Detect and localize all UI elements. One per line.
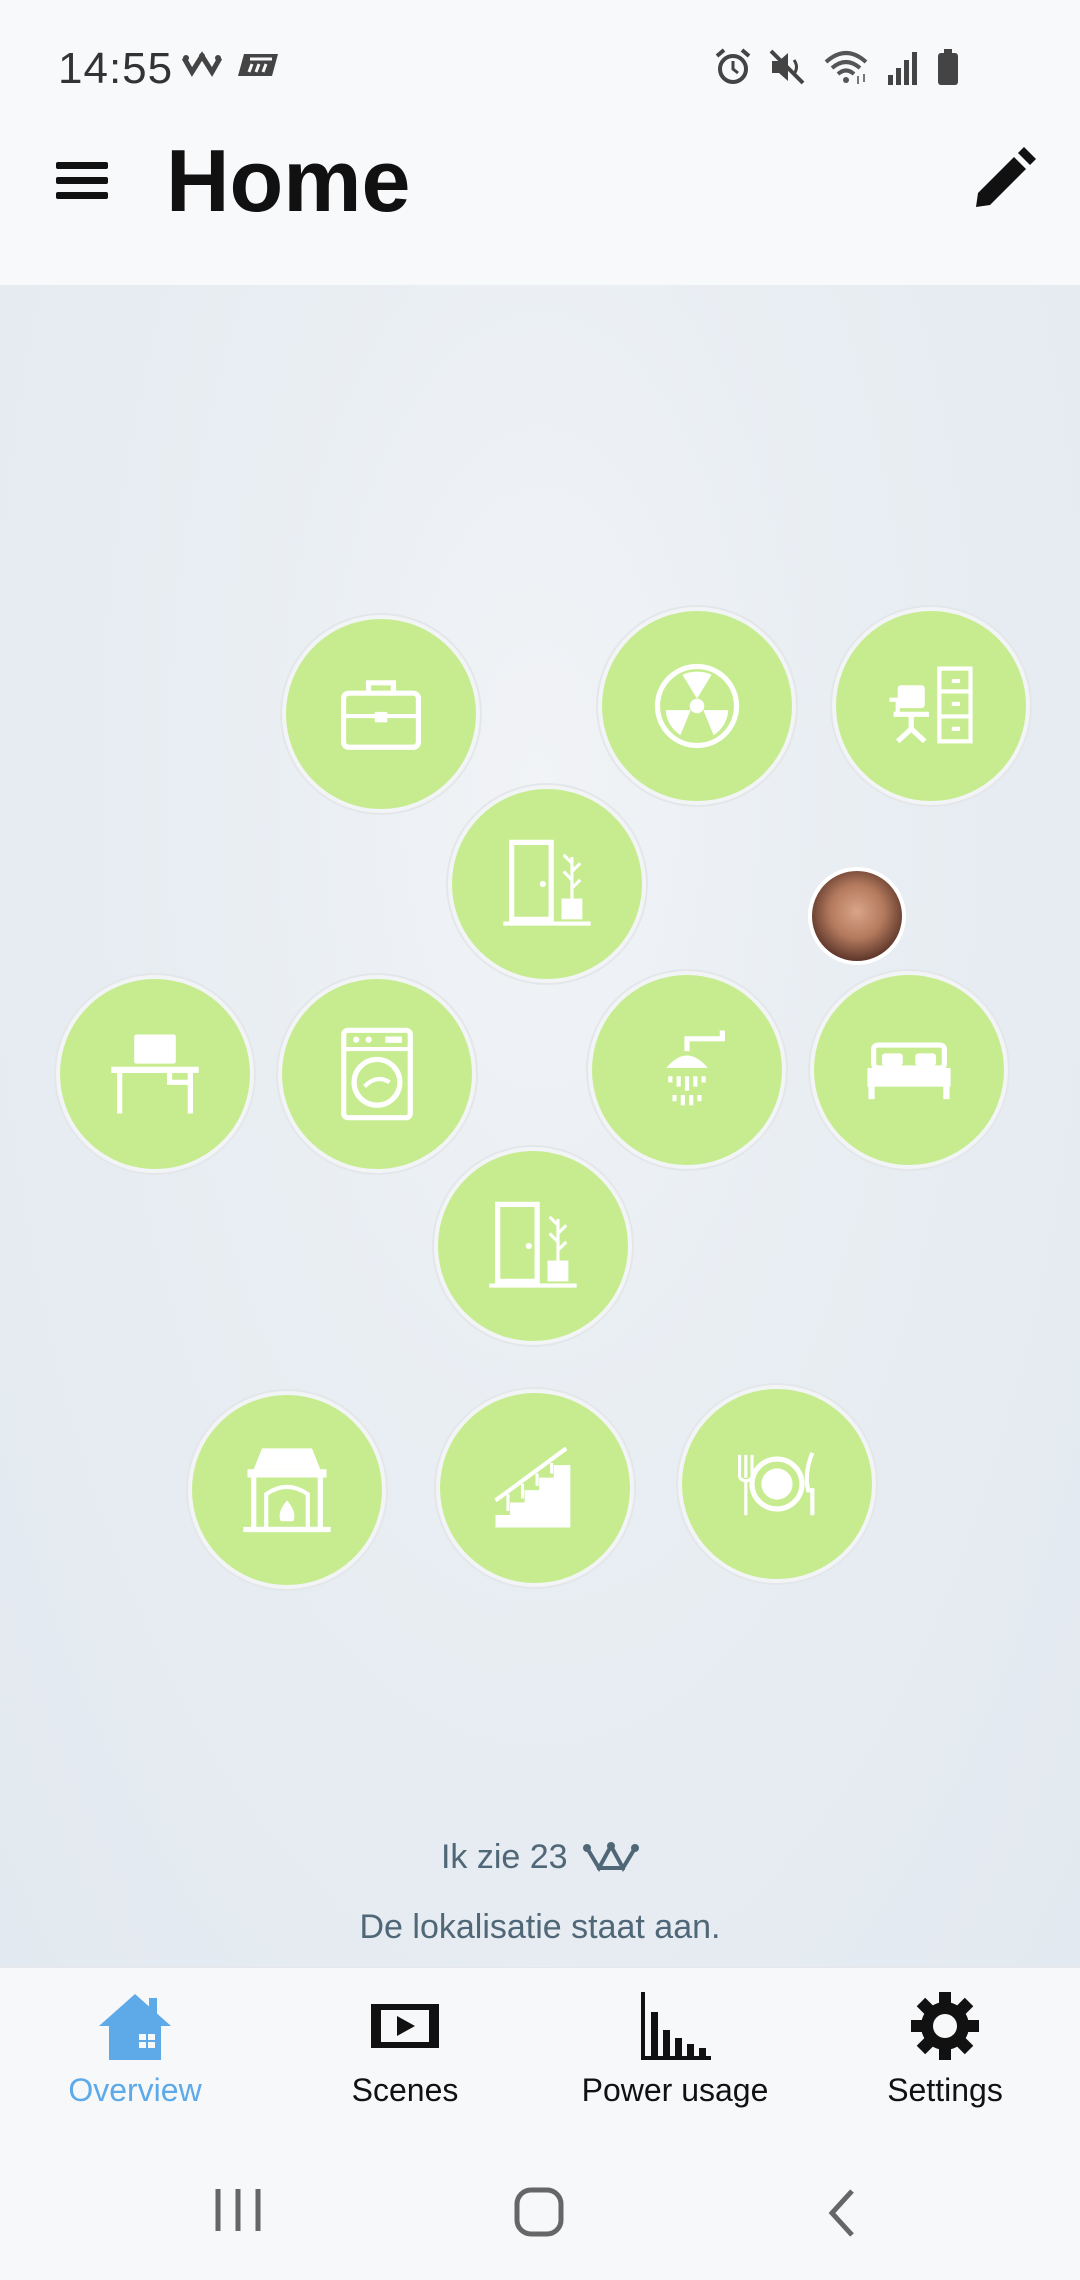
info-count-text: Ik zie 23 [440,1838,568,1876]
status-left-icons [182,50,280,80]
app-header [0,140,1080,285]
home-system-button[interactable] [512,2185,568,2246]
battery-icon [938,49,958,85]
back-icon [828,2189,854,2237]
nav-overview[interactable]: Overview [0,1968,270,2138]
status-time: 14:55 [58,44,174,93]
room-desk[interactable] [56,975,254,1173]
status-right-icons [714,48,960,86]
room-hallway-upper[interactable] [448,785,646,983]
room-office-briefcase[interactable] [282,615,480,813]
mute-icon [769,49,805,85]
recents-button[interactable] [212,2185,266,2240]
desk-computer-icon [111,1034,199,1114]
home-circle-icon [514,2187,564,2237]
room-radiation[interactable] [598,607,796,805]
page-title: Home [166,131,411,230]
bottom-nav: Overview Scenes Power usage Settings [0,1967,1080,2138]
room-stairs[interactable] [436,1389,634,1587]
bar-chart-icon [641,1992,711,2060]
scenes-icon [371,2004,439,2048]
nav-scenes[interactable]: Scenes [270,1968,540,2138]
recents-icon [215,2189,261,2231]
app-badge-icon [238,54,278,76]
back-button[interactable] [820,2185,864,2246]
system-nav [0,2137,1080,2280]
alarm-icon [715,48,751,84]
signal-icon [888,52,917,85]
dining-plate-icon [738,1452,815,1516]
nav-settings[interactable]: Settings [810,1968,1080,2138]
washing-machine-icon [341,1027,413,1121]
nav-overview-label: Overview [68,2072,202,2108]
nav-power-usage[interactable]: Power usage [540,1968,810,2138]
room-bathroom[interactable] [588,971,786,1169]
room-canvas [0,285,1080,1967]
wifi-icon [824,51,868,84]
bed-icon [867,1042,951,1100]
room-hallway-lower[interactable] [434,1147,632,1345]
nav-power-usage-label: Power usage [581,2072,769,2108]
room-dining[interactable] [678,1385,876,1583]
room-laundry[interactable] [278,975,476,1173]
user-avatar[interactable] [808,867,906,965]
edit-button[interactable] [968,145,1038,215]
info-count: Ik zie 23 [0,1838,1080,1877]
door-plant-icon [489,1201,577,1288]
info-location: De lokalisatie staat aan. [359,1908,721,1946]
menu-button[interactable] [54,152,112,210]
pencil-icon [976,147,1036,207]
crown-icon [583,1841,640,1873]
fireplace-icon [243,1448,331,1533]
room-living-room[interactable] [188,1391,386,1589]
radiation-icon [654,663,740,749]
nav-scenes-label: Scenes [351,2072,459,2108]
home-icon [99,1994,171,2060]
briefcase-icon [340,680,422,750]
crown-app-icon [182,51,222,77]
hamburger-icon [56,162,108,199]
room-bedroom[interactable] [810,971,1008,1169]
room-desk-cabinet[interactable] [832,607,1030,805]
nav-settings-label: Settings [887,2072,1003,2108]
desk-chair-icon [889,666,973,744]
stairs-icon [494,1446,571,1528]
shower-icon [666,1030,725,1106]
gear-icon [911,1992,979,2060]
door-plant-icon [503,839,591,926]
status-bar: 14:55 [0,0,1080,140]
